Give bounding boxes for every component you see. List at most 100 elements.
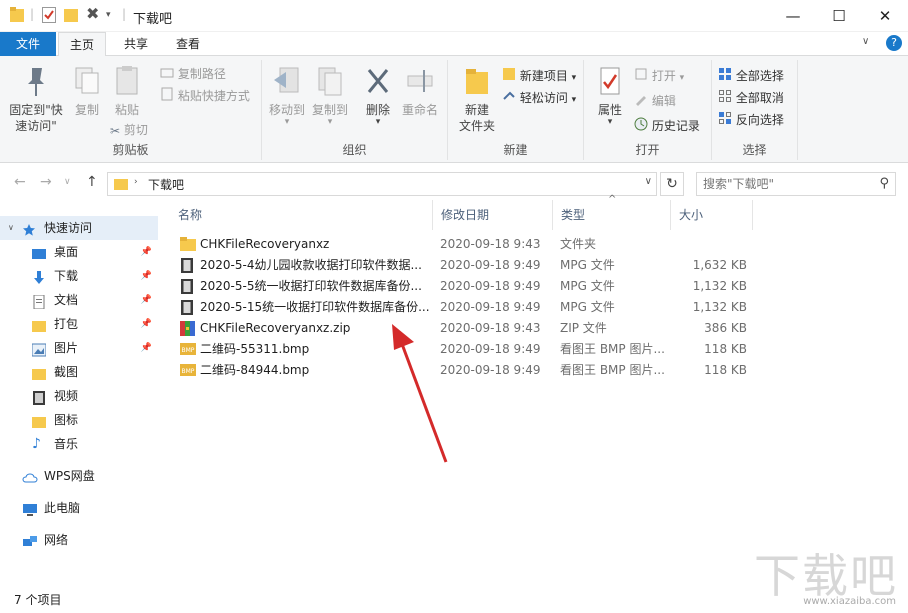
- chevron-down-icon[interactable]: ∨: [8, 216, 14, 240]
- nav-item-music[interactable]: ♪ 音乐: [0, 432, 158, 456]
- pin-icon[interactable]: 📌: [141, 312, 152, 336]
- tab-home[interactable]: 主页: [58, 32, 106, 57]
- history-button[interactable]: 历史记录: [634, 116, 700, 136]
- organize-group: 移动到 ▾ 复制到 ▾ 删除 ▾ 重命名 组织: [262, 60, 448, 160]
- nav-item-screenshots[interactable]: 截图: [0, 360, 158, 384]
- maximize-button[interactable]: ☐: [816, 0, 862, 32]
- file-type: MPG 文件: [560, 279, 615, 293]
- file-row[interactable]: 2020-5-15统一收据打印软件数据库备份... 2020-09-18 9:49…: [170, 297, 770, 318]
- column-size[interactable]: 大小: [671, 200, 753, 230]
- file-name: 2020-5-5统一收据打印软件数据库备份...: [200, 279, 422, 293]
- new-folder-icon: [452, 66, 502, 102]
- delete-icon[interactable]: ✖: [86, 4, 99, 23]
- cut-button[interactable]: ✂ 剪切: [110, 120, 148, 140]
- move-to-button[interactable]: 移动到 ▾: [266, 66, 308, 127]
- select-none-button[interactable]: 全部取消: [718, 88, 784, 108]
- file-date: 2020-09-18 9:49: [440, 279, 541, 293]
- copy-to-button[interactable]: 复制到 ▾: [308, 66, 352, 127]
- copy-to-icon: [308, 66, 352, 102]
- title-bar: | ✖ ▾ | 下载吧 — ☐ ✕: [0, 0, 908, 32]
- copy-button[interactable]: 复制: [68, 64, 106, 118]
- paste-shortcut-button[interactable]: 粘贴快捷方式: [160, 86, 250, 106]
- bmp-file-icon: BMP: [180, 363, 196, 384]
- delete-button[interactable]: 删除 ▾: [358, 66, 398, 127]
- pin-icon[interactable]: 📌: [141, 240, 152, 264]
- column-name[interactable]: 名称: [170, 200, 433, 230]
- file-date: 2020-09-18 9:43: [440, 237, 541, 251]
- invert-selection-icon: [718, 111, 732, 131]
- file-name: 2020-5-4幼儿园收款收据打印软件数据...: [200, 258, 422, 272]
- paste-button[interactable]: 粘贴: [106, 64, 148, 118]
- search-input[interactable]: [703, 175, 873, 193]
- new-folder-icon[interactable]: [64, 7, 78, 26]
- collapse-ribbon-icon[interactable]: ∨: [862, 36, 869, 47]
- pin-icon[interactable]: 📌: [141, 264, 152, 288]
- edit-button[interactable]: 编辑: [634, 91, 676, 111]
- select-all-button[interactable]: 全部选择: [718, 66, 784, 86]
- file-row[interactable]: BMP 二维码-84944.bmp 2020-09-18 9:49 看图王 BMP 图…: [170, 360, 770, 381]
- nav-quick-access[interactable]: ∨ 快速访问: [0, 216, 158, 240]
- open-button[interactable]: 打开 ▾: [634, 66, 684, 86]
- new-item-button[interactable]: 新建项目 ▾: [502, 66, 576, 86]
- file-type: 看图王 BMP 图片...: [560, 342, 665, 356]
- easy-access-button[interactable]: 轻松访问 ▾: [502, 88, 576, 108]
- nav-item-desktop[interactable]: 桌面 📌: [0, 240, 158, 264]
- properties-button[interactable]: 属性 ▾: [590, 66, 630, 127]
- edit-icon: [634, 92, 648, 112]
- nav-item-videos[interactable]: 视频: [0, 384, 158, 408]
- tab-view[interactable]: 查看: [164, 32, 212, 56]
- close-button[interactable]: ✕: [862, 0, 908, 32]
- minimize-button[interactable]: —: [770, 0, 816, 32]
- music-icon: ♪: [32, 436, 41, 452]
- file-row[interactable]: 2020-5-4幼儿园收款收据打印软件数据... 2020-09-18 9:49 M…: [170, 255, 770, 276]
- tab-share[interactable]: 共享: [112, 32, 160, 56]
- rename-button[interactable]: 重命名: [398, 66, 442, 118]
- file-type: ZIP 文件: [560, 321, 607, 335]
- search-box[interactable]: ⚲: [696, 172, 896, 196]
- properties-icon[interactable]: [42, 7, 56, 26]
- file-size: 1,632 KB: [692, 258, 747, 272]
- refresh-button[interactable]: ↻: [660, 172, 684, 196]
- invert-selection-button[interactable]: 反向选择: [718, 110, 784, 130]
- tab-file[interactable]: 文件: [0, 32, 56, 56]
- copy-path-button[interactable]: 复制路径: [160, 64, 226, 84]
- file-row[interactable]: CHKFileRecoveryanxz.zip 2020-09-18 9:43 ZI…: [170, 318, 770, 339]
- file-date: 2020-09-18 9:49: [440, 258, 541, 272]
- file-size: 118 KB: [704, 342, 747, 356]
- customize-toolbar-icon[interactable]: ▾: [106, 10, 111, 20]
- file-row[interactable]: CHKFileRecoveryanxz 2020-09-18 9:43 文件夹: [170, 234, 770, 255]
- pin-quick-access-button[interactable]: 固定到"快 速访问": [4, 64, 68, 134]
- file-row[interactable]: 2020-5-5统一收据打印软件数据库备份... 2020-09-18 9:49 M…: [170, 276, 770, 297]
- network-icon: [22, 533, 38, 557]
- search-icon[interactable]: ⚲: [879, 176, 889, 191]
- open-icon: [634, 67, 648, 87]
- nav-item-pictures[interactable]: 图片 📌: [0, 336, 158, 360]
- nav-item-pack[interactable]: 打包 📌: [0, 312, 158, 336]
- chevron-right-icon[interactable]: ›: [134, 177, 138, 187]
- new-folder-button[interactable]: 新建 文件夹: [452, 66, 502, 134]
- back-icon[interactable]: ←: [14, 174, 26, 190]
- file-row[interactable]: BMP 二维码-55311.bmp 2020-09-18 9:49 看图王 BMP 图…: [170, 339, 770, 360]
- up-icon[interactable]: ↑: [86, 174, 98, 190]
- chevron-down-icon[interactable]: ∨: [645, 176, 652, 187]
- nav-item-documents[interactable]: 文档 📌: [0, 288, 158, 312]
- address-path[interactable]: 下载吧: [148, 176, 184, 193]
- easy-access-icon: [502, 89, 516, 109]
- address-bar[interactable]: › 下载吧 ∨: [107, 172, 657, 196]
- nav-network[interactable]: 网络: [0, 528, 158, 552]
- nav-item-icons[interactable]: 图标: [0, 408, 158, 432]
- nav-wps-drive[interactable]: WPS网盘: [0, 464, 158, 488]
- clipboard-group: 固定到"快 速访问" 复制 粘贴 复制路径 粘贴快捷方式 ✂ 剪切 剪贴板: [0, 60, 262, 160]
- nav-item-downloads[interactable]: 下载 📌: [0, 264, 158, 288]
- pin-icon[interactable]: 📌: [141, 288, 152, 312]
- help-button[interactable]: ?: [886, 35, 902, 51]
- pin-icon[interactable]: 📌: [141, 336, 152, 360]
- sort-ascending-icon: ^: [608, 194, 617, 205]
- column-date[interactable]: 修改日期: [433, 200, 553, 230]
- forward-icon[interactable]: →: [40, 174, 52, 190]
- file-name: 2020-5-15统一收据打印软件数据库备份...: [200, 300, 430, 314]
- recent-locations-icon[interactable]: ∨: [64, 177, 71, 187]
- properties-icon: [590, 66, 630, 102]
- new-group: 新建 文件夹 新建项目 ▾ 轻松访问 ▾ 新建: [448, 60, 584, 160]
- nav-this-pc[interactable]: 此电脑: [0, 496, 158, 520]
